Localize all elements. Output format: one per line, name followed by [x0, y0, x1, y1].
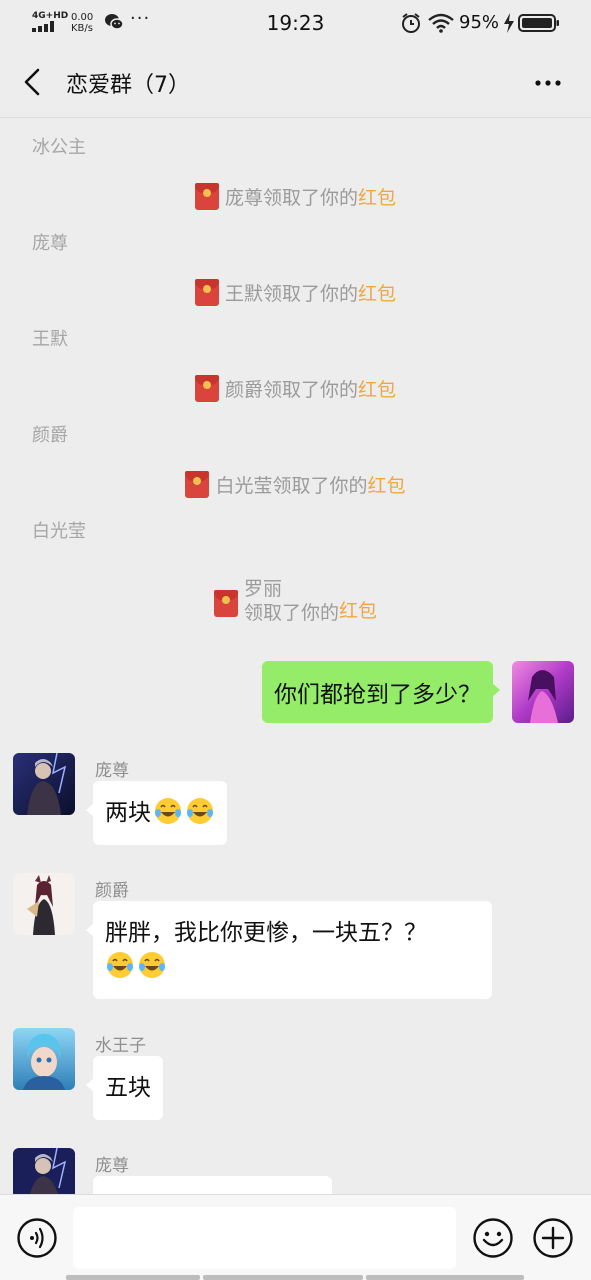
red-packet-notice: 颜爵领取了你的 红包	[0, 375, 591, 402]
notice-text: 王默领取了你的	[224, 283, 358, 305]
my-message-bubble[interactable]: 你们都抢到了多少？	[262, 661, 500, 723]
red-packet-icon	[194, 375, 219, 402]
red-packet-notice: 白光莹领取了你的 红包	[0, 471, 591, 498]
more-functions-button[interactable]	[532, 1217, 574, 1259]
message-bubble[interactable]: 两块	[86, 781, 227, 845]
input-bar	[0, 1194, 591, 1280]
notice-sender-name: 庞尊	[32, 233, 68, 254]
red-packet-notice: 王默领取了你的 红包	[0, 279, 591, 306]
sender-name: 水王子	[95, 1036, 146, 1056]
notice-sender-name: 冰公主	[32, 137, 86, 158]
nav-gesture-bar	[203, 1275, 363, 1280]
status-bar: 4G+HD 0.00 KB/s ··· 19:23 95%	[0, 0, 591, 46]
sender-name: 颜爵	[95, 881, 129, 901]
red-packet-link[interactable]: 红包	[358, 375, 396, 402]
more-options-button[interactable]	[526, 68, 570, 98]
message-bubble[interactable]: 五块	[86, 1056, 163, 1120]
laughing-tears-emoji-icon	[155, 798, 181, 824]
notice-sender-name: 王默	[32, 329, 68, 350]
nav-gesture-bar	[366, 1275, 524, 1280]
nav-bar: 恋爱群（7）	[0, 46, 591, 118]
notice-text: 领取了你的	[243, 602, 339, 624]
red-packet-notice: 庞尊领取了你的 红包	[0, 183, 591, 210]
notice-sender-name: 颜爵	[32, 425, 68, 446]
chat-title: 恋爱群（7）	[66, 73, 190, 98]
message-text: 你们都抢到了多少？	[274, 682, 481, 708]
battery-icon	[518, 14, 559, 32]
battery-percent: 95%	[459, 12, 500, 33]
chat-messages[interactable]: 冰公主 庞尊领取了你的 红包 庞尊 王默领取了你的 红包 王默 颜爵领取了你的 红包 …	[0, 119, 591, 1194]
notice-text: 白光莹领取了你的	[215, 475, 368, 497]
voice-input-button[interactable]	[16, 1217, 58, 1259]
emoji-button[interactable]	[472, 1217, 514, 1259]
message-bubble[interactable]: 胖胖，我比你更惨，一块五？？	[86, 901, 492, 999]
sender-avatar[interactable]	[13, 1028, 75, 1090]
laughing-tears-emoji-icon	[139, 952, 165, 978]
back-button[interactable]	[18, 66, 48, 98]
nav-gesture-bar	[66, 1275, 200, 1280]
sender-avatar[interactable]	[13, 873, 75, 935]
red-packet-link[interactable]: 红包	[368, 471, 406, 498]
message-bubble[interactable]	[93, 1176, 332, 1194]
sender-name: 庞尊	[95, 1156, 129, 1176]
red-packet-notice: 罗丽 领取了你的 红包	[0, 577, 591, 625]
red-packet-icon	[185, 471, 210, 498]
my-avatar[interactable]	[512, 661, 574, 723]
laughing-tears-emoji-icon	[187, 798, 213, 824]
sender-avatar[interactable]	[13, 753, 75, 815]
notice-sender-name: 白光莹	[32, 521, 86, 542]
red-packet-icon	[194, 279, 219, 306]
alarm-icon	[402, 13, 420, 33]
message-input[interactable]	[73, 1207, 456, 1269]
charging-icon	[504, 13, 514, 33]
message-text: 五块	[105, 1075, 151, 1101]
sender-name: 庞尊	[95, 761, 129, 781]
notice-text: 庞尊领取了你的	[224, 187, 358, 209]
notice-text: 颜爵领取了你的	[224, 379, 358, 401]
red-packet-icon	[194, 183, 219, 210]
laughing-tears-emoji-icon	[107, 952, 133, 978]
red-packet-link[interactable]: 红包	[358, 279, 396, 306]
sender-avatar[interactable]	[13, 1148, 75, 1194]
message-text: 两块	[105, 800, 151, 826]
red-packet-link[interactable]: 红包	[358, 183, 396, 210]
red-packet-icon	[213, 590, 238, 617]
message-text: 胖胖，我比你更惨，一块五？？	[105, 920, 427, 946]
red-packet-link[interactable]: 红包	[339, 596, 377, 623]
notice-receiver-name: 罗丽	[243, 578, 282, 600]
wifi-icon	[428, 13, 454, 33]
